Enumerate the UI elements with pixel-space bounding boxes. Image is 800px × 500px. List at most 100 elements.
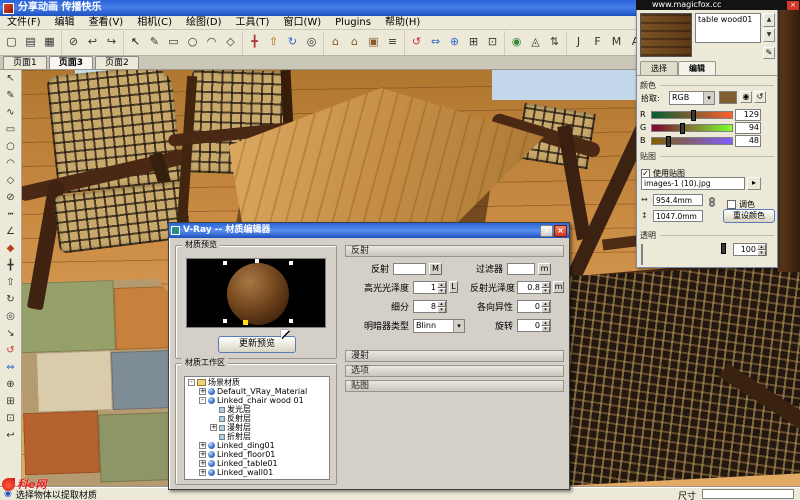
box-icon[interactable]: ▣ bbox=[364, 33, 383, 52]
highlight-glossiness-input[interactable]: 1▴▾ bbox=[413, 281, 447, 294]
slider-value[interactable]: 129 bbox=[735, 109, 761, 121]
tree-item[interactable]: -Linked_chair wood 01 bbox=[186, 396, 328, 405]
reflect-color-swatch[interactable] bbox=[393, 263, 426, 275]
redo-icon[interactable]: ↪ bbox=[102, 33, 121, 52]
tree-item[interactable]: +Linked_floor01 bbox=[186, 450, 328, 459]
rotate-icon[interactable]: ↻ bbox=[2, 292, 20, 308]
save-icon[interactable]: ▦ bbox=[40, 33, 59, 52]
map-file-field[interactable]: images-1 (10).jpg bbox=[641, 177, 745, 190]
menu-item[interactable]: 编辑 bbox=[48, 16, 82, 29]
expander-icon[interactable]: + bbox=[199, 442, 206, 449]
material-thumbnail[interactable] bbox=[640, 13, 692, 57]
expander-icon[interactable]: + bbox=[199, 460, 206, 467]
tree-item[interactable]: +漫射层 bbox=[186, 423, 328, 432]
edit-pencil-button[interactable]: ✎ bbox=[763, 47, 775, 59]
walk-icon[interactable]: ⇅ bbox=[545, 33, 564, 52]
menu-item[interactable]: 相机(C) bbox=[130, 16, 179, 29]
move-icon[interactable]: ╋ bbox=[245, 33, 264, 52]
G-slider[interactable] bbox=[651, 124, 733, 132]
reflect-glossiness-input[interactable]: 0.8▴▾ bbox=[517, 281, 551, 294]
filter-map-button[interactable]: m bbox=[538, 263, 551, 275]
B-slider[interactable] bbox=[651, 137, 733, 145]
undo-icon[interactable]: ↩ bbox=[83, 33, 102, 52]
glossiness-lock-button[interactable]: L bbox=[449, 281, 458, 293]
protractor-icon[interactable]: ∠ bbox=[2, 224, 20, 240]
scroll-down-button[interactable]: ▼ bbox=[763, 28, 775, 42]
opacity-slider[interactable] bbox=[641, 244, 643, 265]
freehand-icon[interactable]: ∿ bbox=[2, 105, 20, 121]
tree-item[interactable]: +Linked_table01 bbox=[186, 459, 328, 468]
tree-item[interactable]: +Linked_ding01 bbox=[186, 441, 328, 450]
menu-item[interactable]: Plugins bbox=[328, 16, 378, 29]
zoom-extents-icon[interactable]: ⊡ bbox=[483, 33, 502, 52]
section-reflection[interactable]: 反射 bbox=[345, 245, 564, 257]
select-icon[interactable]: ↖ bbox=[2, 71, 20, 87]
tree-item[interactable]: -场景材质 bbox=[186, 378, 328, 387]
reflect-map-button[interactable]: M bbox=[429, 263, 442, 275]
position-camera-icon[interactable]: ◉ bbox=[507, 33, 526, 52]
menu-item[interactable]: 绘图(D) bbox=[179, 16, 229, 29]
circle-icon[interactable]: ○ bbox=[2, 139, 20, 155]
expander-icon[interactable]: - bbox=[199, 397, 206, 404]
page-tab[interactable]: 页面3 bbox=[49, 56, 93, 69]
selection-handle[interactable] bbox=[243, 320, 248, 325]
opacity-input[interactable]: 100▴▾ bbox=[733, 243, 767, 256]
slider-value[interactable]: 94 bbox=[735, 122, 761, 134]
orbit-icon[interactable]: ↺ bbox=[407, 33, 426, 52]
shadow-mar-icon[interactable]: M bbox=[607, 33, 626, 52]
browse-map-button[interactable]: ▸ bbox=[747, 177, 761, 190]
push-pull-icon[interactable]: ⇧ bbox=[264, 33, 283, 52]
section-maps[interactable]: 贴图 bbox=[345, 380, 564, 392]
rectangle-icon[interactable]: ▭ bbox=[2, 122, 20, 138]
section-diffuse[interactable]: 漫射 bbox=[345, 350, 564, 362]
tree-item[interactable]: 折射层 bbox=[186, 432, 328, 441]
pan-icon[interactable]: ⇔ bbox=[2, 360, 20, 376]
map-height-field[interactable]: 1047.0mm bbox=[653, 210, 703, 222]
new-icon[interactable]: ▢ bbox=[2, 33, 21, 52]
look-around-icon[interactable]: ◬ bbox=[526, 33, 545, 52]
zoom-window-icon[interactable]: ⊞ bbox=[2, 394, 20, 410]
house-icon[interactable]: ⌂ bbox=[326, 33, 345, 52]
aspect-lock-icon[interactable] bbox=[709, 197, 715, 207]
expander-icon[interactable]: - bbox=[188, 379, 195, 386]
rotate-icon[interactable]: ↻ bbox=[283, 33, 302, 52]
circle-icon[interactable]: ○ bbox=[183, 33, 202, 52]
subdivs-input[interactable]: 8▴▾ bbox=[413, 300, 447, 313]
screen-picker-icon[interactable]: ◉ bbox=[740, 91, 752, 103]
rectangle-icon[interactable]: ▭ bbox=[164, 33, 183, 52]
vray-dialog-titlebar[interactable]: V-Ray -- 材质编辑器 ? × bbox=[169, 223, 569, 238]
tree-item[interactable]: +Default_VRay_Material bbox=[186, 387, 328, 396]
zoom-icon[interactable]: ⊕ bbox=[2, 377, 20, 393]
open-icon[interactable]: ▤ bbox=[21, 33, 40, 52]
previous-view-icon[interactable]: ↩ bbox=[2, 428, 20, 444]
shadow-feb-icon[interactable]: F bbox=[588, 33, 607, 52]
tab-select[interactable]: 选择 bbox=[640, 61, 678, 75]
page-tab[interactable]: 页面2 bbox=[95, 56, 139, 69]
pan-icon[interactable]: ⇔ bbox=[426, 33, 445, 52]
push-pull-icon[interactable]: ⇧ bbox=[2, 275, 20, 291]
slider-value[interactable]: 48 bbox=[735, 135, 761, 147]
undo-color-icon[interactable]: ↺ bbox=[754, 91, 766, 103]
arc-icon[interactable]: ◠ bbox=[2, 156, 20, 172]
dimensions-input[interactable] bbox=[702, 489, 794, 499]
line-icon[interactable]: ✎ bbox=[2, 88, 20, 104]
map-width-field[interactable]: 954.4mm bbox=[653, 194, 703, 206]
expander-icon[interactable]: + bbox=[199, 469, 206, 476]
expander-icon[interactable]: + bbox=[210, 424, 217, 431]
tab-edit[interactable]: 编辑 bbox=[678, 61, 716, 75]
tree-item[interactable]: +Linked_wall01 bbox=[186, 468, 328, 477]
help-button[interactable]: ? bbox=[540, 225, 553, 237]
polygon-icon[interactable]: ◇ bbox=[221, 33, 240, 52]
close-window-button[interactable]: × bbox=[787, 1, 799, 10]
current-color-swatch[interactable] bbox=[719, 91, 737, 104]
paint-bucket-icon[interactable]: ◆ bbox=[2, 241, 20, 257]
page-tab[interactable]: 页面1 bbox=[3, 56, 47, 69]
close-button[interactable]: × bbox=[554, 225, 567, 237]
tree-item[interactable]: 发光层 bbox=[186, 405, 328, 414]
move-icon[interactable]: ╋ bbox=[2, 258, 20, 274]
reset-color-button[interactable]: 重设颜色 bbox=[723, 209, 775, 223]
eraser-icon[interactable]: ⊘ bbox=[2, 190, 20, 206]
arc-icon[interactable]: ◠ bbox=[202, 33, 221, 52]
offset-icon[interactable]: ◎ bbox=[302, 33, 321, 52]
anisotropy-input[interactable]: 0▴▾ bbox=[517, 300, 551, 313]
